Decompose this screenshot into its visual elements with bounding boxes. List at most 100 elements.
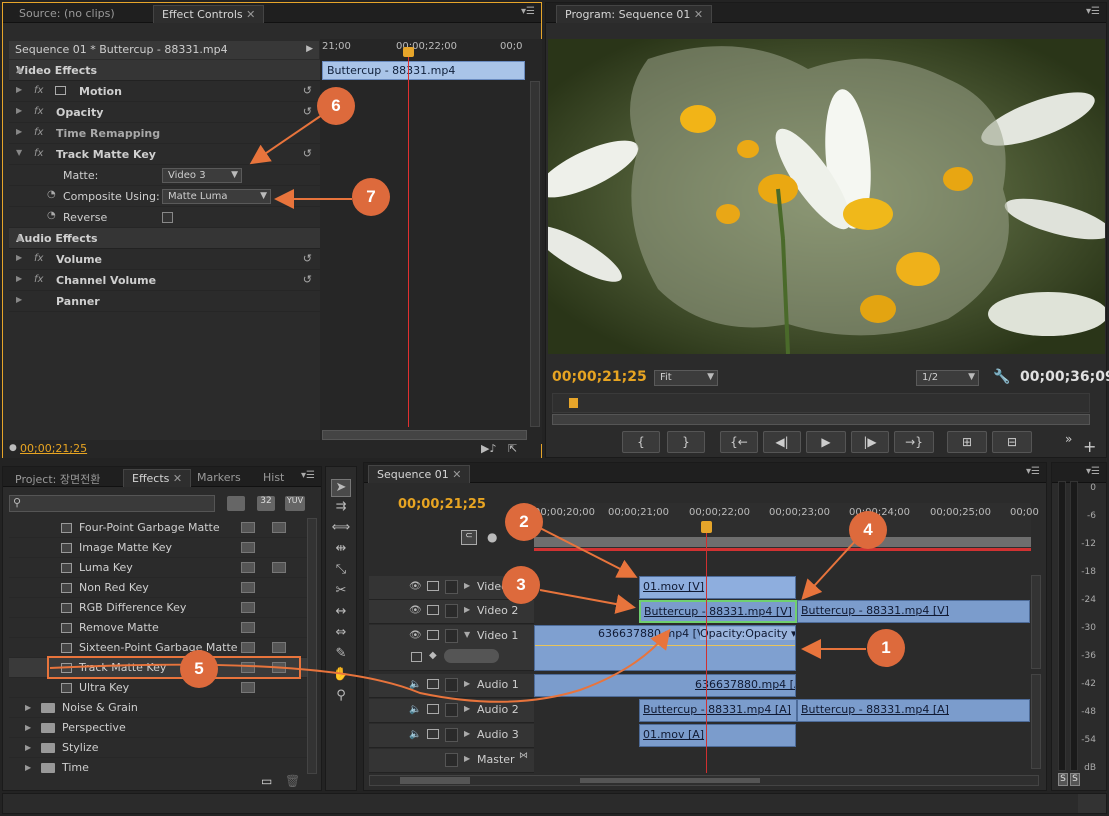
expand-triangle-icon[interactable]: ▶ [16, 85, 22, 94]
effect-folder-item[interactable]: ▶ Noise & Grain [9, 698, 309, 718]
collapse-up-icon[interactable]: ▲ [16, 65, 310, 75]
32bit-badge[interactable]: 32 [257, 496, 275, 511]
selection-tool-icon[interactable]: ➤ [331, 479, 351, 497]
zoom-tool-icon[interactable]: ⚲ [331, 688, 351, 706]
track-header-video-1[interactable]: 👁 ▼ Video 1 ◆ [369, 625, 534, 671]
effect-folder-item[interactable]: ▶ Stylize [9, 738, 309, 758]
play-audio-icon[interactable]: ▶♪ [481, 442, 496, 455]
speaker-icon[interactable]: 🔈 [409, 704, 421, 715]
matte-dropdown[interactable]: Video 3 ▼ [162, 168, 242, 183]
extract-button[interactable]: ⊟ [992, 431, 1032, 453]
work-area-bar[interactable] [534, 537, 1031, 547]
audio-effect-channel-volume[interactable]: ▶ fx Channel Volume ↺ [9, 270, 320, 291]
effect-list-item[interactable]: Image Matte Key [9, 538, 309, 558]
reset-icon[interactable]: ↺ [303, 84, 312, 97]
reset-icon[interactable]: ↺ [303, 147, 312, 160]
hscroll-thumb[interactable] [400, 777, 470, 784]
delete-icon[interactable]: 🗑 [285, 774, 300, 788]
clip-v3-01-mov[interactable]: 01.mov [V] [639, 576, 796, 599]
fx-icon[interactable]: fx [34, 106, 43, 117]
master-expand-icon[interactable]: ⋈ [519, 751, 528, 761]
program-video-frame[interactable] [548, 39, 1105, 354]
snap-icon[interactable]: ⊂ [461, 530, 477, 545]
film-icon[interactable] [427, 605, 439, 615]
expand-triangle-icon[interactable]: ▶ [16, 106, 22, 115]
tab-sequence[interactable]: Sequence 01 ✕ [368, 465, 471, 483]
lock-toggle[interactable] [445, 580, 458, 594]
expand-triangle-icon[interactable]: ▶ [16, 274, 22, 283]
accelerated-badge-icon[interactable] [227, 496, 245, 511]
close-icon[interactable]: ✕ [246, 8, 255, 21]
sequence-header[interactable]: Sequence 01 * Buttercup - 88331.mp4 ▶ [9, 41, 319, 59]
timeline-playhead-marker[interactable] [701, 521, 712, 533]
tab-effect-controls[interactable]: Effect Controls ✕ [153, 5, 265, 23]
speaker-icon[interactable]: 🔈 [409, 729, 421, 740]
audio-effect-panner[interactable]: ▶ Panner [9, 291, 320, 312]
timeline-timecode[interactable]: 00;00;21;25 [398, 497, 486, 512]
tab-project[interactable]: Project: 장면전환 [7, 469, 108, 487]
go-to-out-button[interactable]: →} [894, 431, 934, 453]
scrubber-playhead[interactable] [569, 398, 578, 408]
zoom-fit-dropdown[interactable]: Fit ▼ [654, 370, 718, 386]
effect-row-track-matte-key[interactable]: ▼ fx Track Matte Key ↺ [9, 144, 320, 165]
panel-menu-icon[interactable]: ▾☰ [1086, 466, 1100, 477]
panel-menu-icon[interactable]: ▾☰ [1026, 466, 1040, 477]
track-header-master[interactable]: ▶ Master ⋈ [369, 749, 534, 773]
pen-tool-icon[interactable]: ✎ [331, 646, 351, 664]
resolution-dropdown[interactable]: 1/2 ▼ [916, 370, 979, 386]
panel-menu-icon[interactable]: ▾☰ [301, 470, 315, 481]
expand-triangle-icon[interactable]: ▶ [25, 763, 31, 772]
lock-toggle[interactable] [445, 728, 458, 742]
collapse-up-icon[interactable]: ▲ [16, 233, 310, 243]
track-header-audio-1[interactable]: 🔈 ▶ Audio 1 [369, 674, 534, 698]
clip-a1-636637880[interactable]: 636637880.mp4 [A] [534, 674, 796, 697]
close-icon[interactable]: ✕ [694, 8, 703, 21]
status-resize-grip[interactable] [1078, 794, 1106, 813]
reset-icon[interactable]: ↺ [303, 273, 312, 286]
program-scrollbar[interactable] [552, 414, 1090, 425]
collapse-triangle-icon[interactable]: ▼ [16, 148, 22, 157]
expand-triangle-icon[interactable]: ▶ [25, 723, 31, 732]
rate-stretch-tool-icon[interactable]: ⤡ [331, 562, 351, 580]
lock-toggle[interactable] [445, 703, 458, 717]
lock-toggle[interactable] [445, 604, 458, 618]
new-bin-icon[interactable]: ▭ [261, 774, 272, 788]
mark-in-button[interactable]: { [622, 431, 660, 453]
clip-v1-636637880[interactable]: 636637880.mp4 [V] Opacity:Opacity ▾ [534, 625, 796, 671]
slip-tool-icon[interactable]: ↔ [331, 604, 351, 622]
effect-list-item[interactable]: Track Matte Key [9, 658, 309, 678]
eye-icon[interactable]: 👁 [409, 605, 422, 616]
clip-a2-buttercup-a[interactable]: Buttercup - 88331.mp4 [A] [639, 699, 797, 722]
clip-a3-01-mov[interactable]: 01.mov [A] [639, 724, 796, 747]
reverse-checkbox[interactable] [162, 212, 173, 223]
rolling-edit-tool-icon[interactable]: ⇹ [331, 541, 351, 559]
play-triangle-icon[interactable]: ▶ [306, 44, 313, 54]
opacity-dropdown[interactable]: Opacity:Opacity ▾ [700, 627, 795, 640]
expand-triangle-icon[interactable]: ▶ [464, 704, 470, 713]
slide-tool-icon[interactable]: ⇔ [331, 625, 351, 643]
panel-menu-icon[interactable]: ▾☰ [521, 6, 535, 17]
solo-left-button[interactable]: S [1058, 773, 1068, 786]
panel-menu-icon[interactable]: ▾☰ [1086, 6, 1100, 17]
close-icon[interactable]: ✕ [452, 468, 461, 481]
go-to-in-button[interactable]: {← [720, 431, 758, 453]
reset-icon[interactable]: ↺ [303, 105, 312, 118]
wrench-icon[interactable]: 🔧 [993, 369, 1010, 385]
program-scrubber[interactable] [552, 393, 1090, 413]
effect-list-item[interactable]: Sixteen-Point Garbage Matte [9, 638, 309, 658]
audio-effect-volume[interactable]: ▶ fx Volume ↺ [9, 249, 320, 270]
effect-row-motion[interactable]: ▶ fx Motion ↺ [9, 81, 320, 102]
clip-v2-buttercup-a[interactable]: Buttercup - 88331.mp4 [V] [639, 600, 797, 623]
timeline-vscroll[interactable] [1031, 575, 1041, 669]
fx-icon[interactable]: fx [34, 85, 43, 96]
add-button-icon[interactable]: + [1083, 437, 1096, 456]
playhead-marker[interactable] [403, 47, 414, 57]
clip-v2-buttercup-b[interactable]: Buttercup - 88331.mp4 [V] [797, 600, 1030, 623]
tab-markers[interactable]: Markers [189, 469, 249, 487]
step-forward-button[interactable]: |▶ [851, 431, 889, 453]
effect-row-opacity[interactable]: ▶ fx Opacity ↺ [9, 102, 320, 123]
track-select-tool-icon[interactable]: ⇉ [331, 499, 351, 517]
expand-triangle-icon[interactable]: ▶ [464, 729, 470, 738]
track-header-audio-2[interactable]: 🔈 ▶ Audio 2 [369, 699, 534, 723]
expand-triangle-icon[interactable]: ▶ [16, 127, 22, 136]
